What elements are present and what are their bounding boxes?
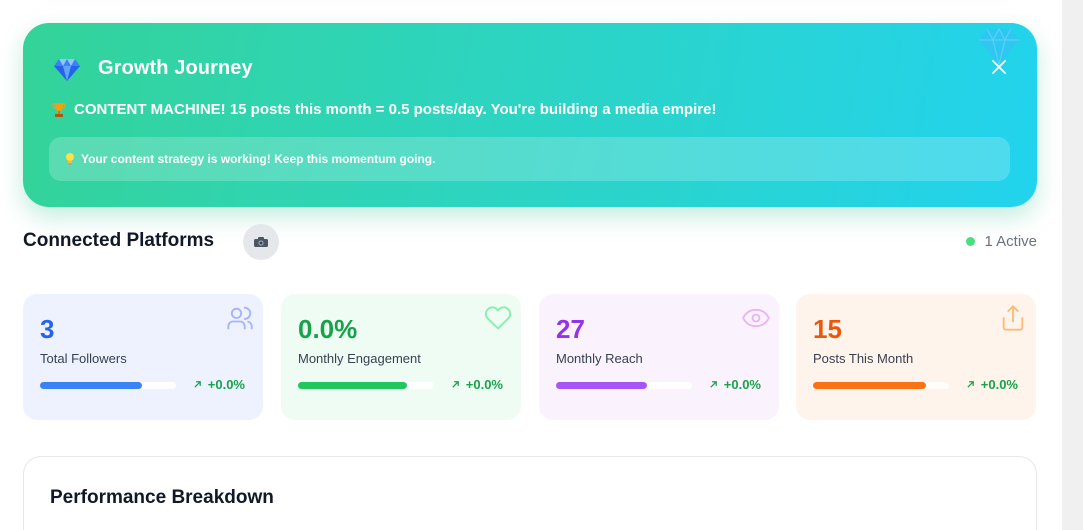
trend-value: +0.0% [723, 377, 761, 392]
trend-up-icon [710, 381, 717, 388]
stat-label: Posts This Month [813, 351, 914, 366]
growth-banner: Growth Journey CONTENT MACHINE! 15 posts… [23, 23, 1037, 207]
progress-bar [298, 382, 434, 389]
eye-icon [742, 308, 770, 328]
section-title: Connected Platforms [23, 230, 215, 251]
trend-up-icon [194, 381, 201, 388]
active-status: 1 Active [966, 233, 1037, 250]
stat-label: Monthly Engagement [298, 351, 421, 366]
progress-bar [40, 382, 176, 389]
trend-value: +0.0% [980, 377, 1018, 392]
gem-icon [54, 59, 80, 81]
progress-fill [298, 382, 407, 389]
stat-value: 3 [40, 314, 55, 344]
stat-card-posts[interactable]: 15 Posts This Month +0.0% [796, 294, 1036, 420]
trend-up-icon [967, 381, 974, 388]
progress-fill [40, 382, 142, 389]
heart-icon [484, 306, 512, 330]
stat-card-reach[interactable]: 27 Monthly Reach +0.0% [539, 294, 779, 420]
trend-up-icon [452, 381, 459, 388]
progress-fill [556, 382, 648, 389]
stat-card-followers[interactable]: 3 Total Followers +0.0% [23, 294, 263, 420]
camera-button[interactable] [243, 224, 279, 260]
stat-value: 27 [556, 314, 585, 344]
scrollbar-track[interactable] [1062, 0, 1083, 530]
stat-label: Monthly Reach [556, 351, 643, 366]
stat-card-engagement[interactable]: 0.0% Monthly Engagement +0.0% [281, 294, 521, 420]
performance-title: Performance Breakdown [50, 487, 274, 508]
stat-value: 15 [813, 314, 842, 344]
performance-panel: Performance Breakdown [23, 456, 1037, 530]
trend-indicator: +0.0% [193, 377, 245, 392]
banner-message: CONTENT MACHINE! 15 posts this month = 0… [74, 101, 717, 118]
close-icon[interactable] [989, 57, 1009, 77]
stat-value: 0.0% [298, 314, 358, 344]
banner-message-row: CONTENT MACHINE! 15 posts this month = 0… [52, 101, 716, 118]
progress-bar [813, 382, 949, 389]
trend-value: +0.0% [207, 377, 245, 392]
trend-indicator: +0.0% [451, 377, 503, 392]
banner-tip-text: Your content strategy is working! Keep t… [81, 152, 436, 166]
share-icon [1002, 305, 1024, 331]
status-dot [966, 237, 976, 246]
trend-indicator: +0.0% [966, 377, 1018, 392]
trophy-icon [52, 102, 66, 117]
banner-title: Growth Journey [98, 57, 253, 79]
banner-tip: Your content strategy is working! Keep t… [49, 137, 1010, 181]
progress-bar [556, 382, 692, 389]
progress-fill [813, 382, 926, 389]
camera-icon [254, 237, 268, 247]
active-status-text: 1 Active [984, 233, 1037, 250]
users-icon [227, 306, 253, 330]
lightbulb-icon [66, 153, 74, 165]
trend-indicator: +0.0% [709, 377, 761, 392]
stat-label: Total Followers [40, 351, 127, 366]
trend-value: +0.0% [465, 377, 503, 392]
